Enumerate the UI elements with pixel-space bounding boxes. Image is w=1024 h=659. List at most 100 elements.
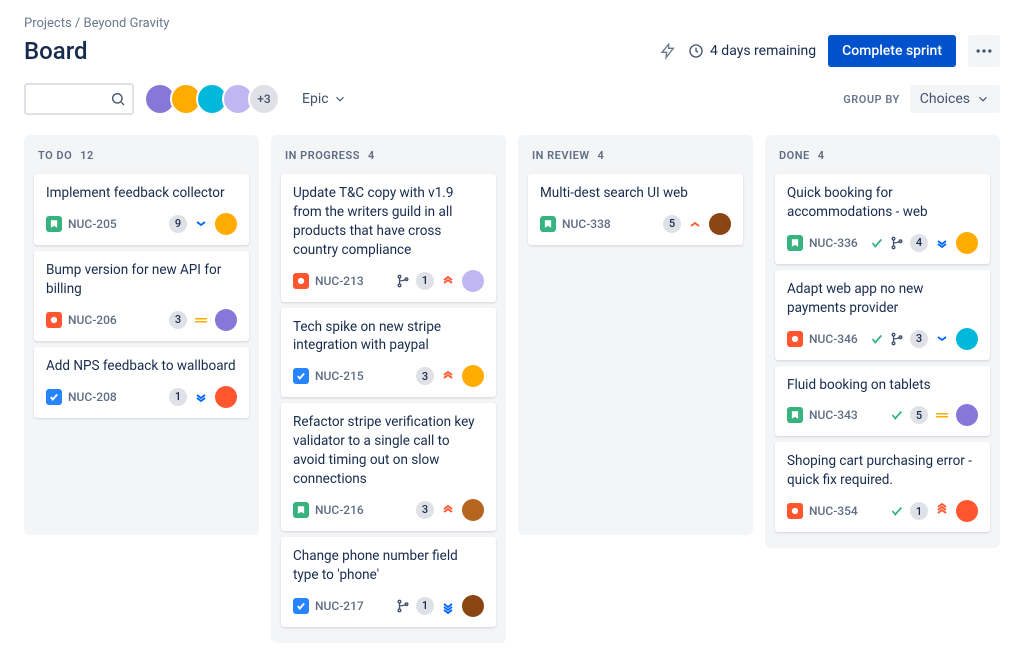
search-box: [24, 83, 134, 115]
issue-card[interactable]: Quick booking for accommodations - web N…: [775, 174, 990, 264]
story-points-badge: 3: [910, 330, 928, 348]
card-title: Fluid booking on tablets: [787, 376, 978, 395]
chevron-down-icon: [333, 92, 347, 106]
group-by-label: GROUP BY: [843, 93, 900, 106]
group-by-select[interactable]: Choices: [910, 85, 1000, 113]
issue-key: NUC-216: [315, 503, 364, 517]
column-todo: TO DO 12 Implement feedback collector NU…: [24, 135, 259, 535]
priority-icon: [687, 216, 703, 232]
issue-type-icon: [540, 216, 556, 232]
issue-card[interactable]: Adapt web app no new payments provider N…: [775, 270, 990, 360]
story-points-badge: 3: [416, 367, 434, 385]
column-header: TO DO 12: [34, 145, 249, 174]
issue-key: NUC-206: [68, 313, 117, 327]
avatar-more[interactable]: +3: [248, 83, 280, 115]
issue-type-icon: [293, 598, 309, 614]
card-title: Add NPS feedback to wallboard: [46, 357, 237, 376]
card-title: Tech spike on new stripe integration wit…: [293, 318, 484, 356]
more-actions-button[interactable]: [968, 35, 1000, 67]
breadcrumb[interactable]: Projects / Beyond Gravity: [24, 16, 1000, 31]
issue-key: NUC-336: [809, 236, 858, 250]
issue-key: NUC-354: [809, 504, 858, 518]
card-title: Quick booking for accommodations - web: [787, 184, 978, 222]
branch-icon: [890, 236, 904, 250]
breadcrumb-root[interactable]: Projects: [24, 16, 72, 31]
issue-card[interactable]: Multi-dest search UI web NUC-3385: [528, 174, 743, 245]
branch-icon: [396, 274, 410, 288]
issue-type-icon: [46, 216, 62, 232]
issue-card[interactable]: Update T&C copy with v1.9 from the write…: [281, 174, 496, 302]
issue-card[interactable]: Implement feedback collector NUC-2059: [34, 174, 249, 245]
story-points-badge: 3: [169, 311, 187, 329]
assignee-avatar[interactable]: [215, 309, 237, 331]
branch-icon: [396, 599, 410, 613]
issue-key: NUC-213: [315, 274, 364, 288]
column-title: IN REVIEW: [532, 149, 590, 162]
priority-icon: [440, 598, 456, 614]
issue-card[interactable]: Shoping cart purchasing error - quick fi…: [775, 442, 990, 532]
column-inprogress: IN PROGRESS 4 Update T&C copy with v1.9 …: [271, 135, 506, 643]
days-remaining: 4 days remaining: [688, 43, 816, 59]
issue-card[interactable]: Tech spike on new stripe integration wit…: [281, 308, 496, 398]
issue-key: NUC-208: [68, 390, 117, 404]
priority-icon: [440, 273, 456, 289]
issue-card[interactable]: Fluid booking on tablets NUC-3435: [775, 366, 990, 437]
priority-icon: [934, 331, 950, 347]
issue-type-icon: [46, 312, 62, 328]
complete-sprint-button[interactable]: Complete sprint: [828, 35, 956, 67]
story-points-badge: 1: [416, 272, 434, 290]
priority-icon: [193, 216, 209, 232]
breadcrumb-project[interactable]: Beyond Gravity: [84, 16, 170, 31]
column-count: 4: [598, 149, 605, 162]
story-points-badge: 1: [910, 502, 928, 520]
assignee-avatar[interactable]: [215, 386, 237, 408]
card-title: Update T&C copy with v1.9 from the write…: [293, 184, 484, 260]
column-count: 12: [80, 149, 94, 162]
assignee-avatar[interactable]: [462, 270, 484, 292]
assignee-avatar[interactable]: [462, 595, 484, 617]
issue-card[interactable]: Refactor stripe verification key validat…: [281, 403, 496, 531]
card-title: Refactor stripe verification key validat…: [293, 413, 484, 489]
issue-key: NUC-217: [315, 599, 364, 613]
story-points-badge: 1: [416, 597, 434, 615]
issue-key: NUC-205: [68, 217, 117, 231]
assignee-avatar[interactable]: [956, 232, 978, 254]
priority-icon: [193, 312, 209, 328]
clock-icon: [688, 43, 704, 59]
story-points-badge: 1: [169, 388, 187, 406]
issue-key: NUC-338: [562, 217, 611, 231]
card-title: Change phone number field type to 'phone…: [293, 547, 484, 585]
assignee-avatar[interactable]: [462, 365, 484, 387]
issue-type-icon: [293, 502, 309, 518]
done-check-icon: [890, 408, 904, 422]
done-check-icon: [870, 236, 884, 250]
card-title: Bump version for new API for billing: [46, 261, 237, 299]
issue-key: NUC-215: [315, 369, 364, 383]
page-title: Board: [24, 37, 88, 65]
assignee-avatar[interactable]: [215, 213, 237, 235]
issue-card[interactable]: Bump version for new API for billing NUC…: [34, 251, 249, 341]
column-done: DONE 4 Quick booking for accommodations …: [765, 135, 1000, 548]
issue-type-icon: [787, 331, 803, 347]
priority-icon: [440, 368, 456, 384]
assignee-avatar[interactable]: [709, 213, 731, 235]
automation-icon[interactable]: [660, 43, 676, 59]
issue-type-icon: [293, 368, 309, 384]
branch-icon: [890, 332, 904, 346]
issue-card[interactable]: Change phone number field type to 'phone…: [281, 537, 496, 627]
assignee-avatar[interactable]: [956, 328, 978, 350]
assignee-avatar[interactable]: [956, 404, 978, 426]
story-points-badge: 9: [169, 215, 187, 233]
issue-type-icon: [46, 389, 62, 405]
assignee-avatar[interactable]: [462, 499, 484, 521]
avatar-stack[interactable]: +3: [144, 83, 280, 115]
issue-type-icon: [787, 503, 803, 519]
issue-card[interactable]: Add NPS feedback to wallboard NUC-208 1: [34, 347, 249, 418]
story-points-badge: 3: [416, 501, 434, 519]
column-count: 4: [818, 149, 825, 162]
column-header: IN PROGRESS 4: [281, 145, 496, 174]
epic-filter[interactable]: Epic: [302, 91, 347, 107]
search-icon: [110, 91, 126, 107]
column-title: TO DO: [38, 149, 72, 162]
assignee-avatar[interactable]: [956, 500, 978, 522]
